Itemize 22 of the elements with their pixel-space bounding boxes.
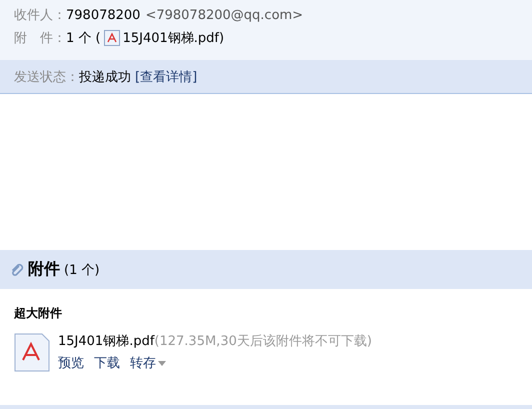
attachment-label: 附 件： — [14, 30, 66, 47]
recipient-address: <798078200@qq.com> — [145, 8, 304, 22]
paperclip-icon — [10, 262, 24, 276]
attachment-count: 1 个 ( — [66, 30, 101, 47]
file-action-link[interactable]: 下载 — [94, 354, 120, 372]
status-value: 投递成功 — [79, 68, 131, 86]
file-info: (127.35M,30天后该附件将不可下载) — [154, 333, 372, 350]
caret-icon — [158, 360, 166, 366]
section-title: 超大附件 — [14, 305, 63, 322]
status-label: 发送状态： — [14, 68, 79, 86]
attachments-count: (1 个) — [64, 262, 100, 278]
attachment-paren: ) — [219, 30, 224, 46]
recipient-label: 收件人： — [14, 7, 66, 24]
file-name: 15J401钢梯.pdf — [58, 333, 154, 350]
details-link[interactable]: [查看详情] — [135, 68, 198, 86]
attachments-title: 附件 — [28, 259, 60, 280]
attachment-link[interactable]: 15J401钢梯.pdf — [122, 29, 220, 47]
pdf-file-icon — [14, 332, 50, 372]
recipient-name: 798078200 — [66, 8, 140, 22]
pdf-file-icon — [104, 30, 120, 46]
file-action-link[interactable]: 预览 — [58, 354, 84, 372]
file-action-link[interactable]: 转存 — [130, 354, 166, 372]
